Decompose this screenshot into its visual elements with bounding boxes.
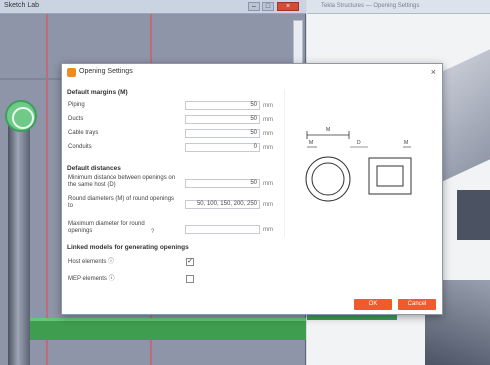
left-window-titlebar: Sketch Lab – □ × [0, 0, 306, 14]
piping-margin-input[interactable]: 50 [185, 101, 260, 110]
distance-label: D [357, 140, 361, 146]
ok-button[interactable]: OK [354, 299, 392, 310]
rect-opening-outer [368, 157, 412, 195]
conduits-margin-input[interactable]: 0 [185, 143, 260, 152]
dialog-title: Opening Settings [79, 68, 133, 75]
close-window-button[interactable]: × [277, 2, 299, 11]
ducts-label: Ducts [68, 116, 84, 122]
round-opening-inner [311, 162, 345, 196]
conduits-label: Conduits [68, 144, 92, 150]
left-margin-label: M [309, 140, 313, 146]
round-opening-outer [305, 156, 351, 202]
gridline [46, 14, 48, 365]
selection-node-icon[interactable] [5, 100, 37, 132]
top-dimension-label: M [326, 127, 330, 133]
cancel-button[interactable]: Cancel [398, 299, 436, 310]
unit-label: mm [263, 131, 273, 137]
model-beam [30, 318, 306, 340]
round-diameters-input[interactable]: 50, 100, 150, 200, 250 [185, 200, 260, 209]
maximize-button[interactable]: □ [262, 2, 274, 11]
right-margin-label: M [404, 140, 408, 146]
cable-trays-margin-input[interactable]: 50 [185, 129, 260, 138]
host-elements-checkbox[interactable]: ✓ [186, 258, 194, 266]
model-column [8, 118, 30, 365]
ducts-margin-input[interactable]: 50 [185, 115, 260, 124]
left-window-title: Sketch Lab [4, 2, 40, 9]
opening-diagram: M M D M [284, 89, 438, 237]
mep-elements-label: MEP elements ⓘ [68, 276, 115, 282]
unit-label: mm [263, 117, 273, 123]
linked-models-section-heading: Linked models for generating openings [67, 244, 189, 251]
max-diameter-input[interactable] [185, 225, 260, 234]
rect-opening-inner [376, 165, 404, 187]
minimize-button[interactable]: – [248, 2, 260, 11]
unit-label: mm [263, 103, 273, 109]
mep-elements-checkbox[interactable] [186, 275, 194, 283]
round-diameters-label: Round diameters (M) of round openings to [68, 196, 175, 209]
opening-diagram-svg: M M D M [305, 127, 412, 202]
min-distance-label: Minimum distance between openings on the… [68, 175, 176, 188]
min-distance-input[interactable]: 50 [185, 179, 260, 188]
unit-label: mm [263, 227, 273, 233]
host-elements-label: Host elements ⓘ [68, 259, 115, 265]
help-icon[interactable]: ? [151, 229, 154, 235]
app-logo-icon [67, 68, 76, 77]
right-window-title: Tekla Structures — Opening Settings [321, 3, 420, 9]
piping-label: Piping [68, 102, 85, 108]
unit-label: mm [263, 145, 273, 151]
cable-trays-label: Cable trays [68, 130, 99, 136]
distances-section-heading: Default distances [67, 165, 121, 172]
close-icon[interactable]: × [431, 67, 436, 77]
model-beam [457, 190, 490, 240]
right-window-titlebar: Tekla Structures — Opening Settings [307, 0, 490, 14]
unit-label: mm [263, 202, 273, 208]
dialog-titlebar: Opening Settings × [62, 64, 442, 81]
margins-section-heading: Default margins (M) [67, 89, 128, 96]
opening-settings-dialog: Opening Settings × Default margins (M) P… [61, 63, 443, 315]
unit-label: mm [263, 181, 273, 187]
